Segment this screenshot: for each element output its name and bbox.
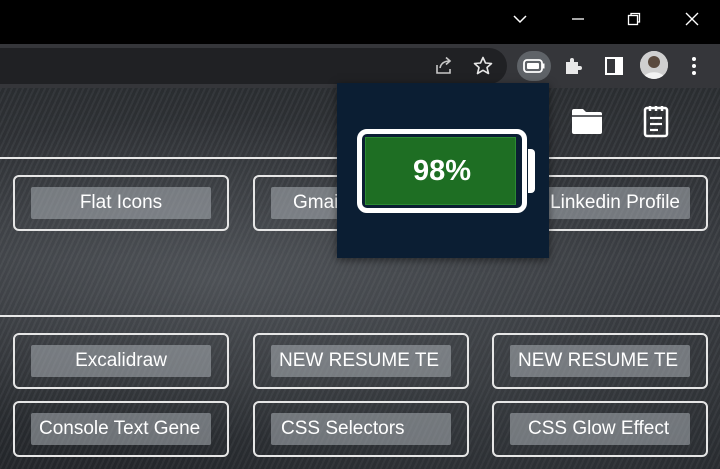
link-label: NEW RESUME TE bbox=[510, 345, 690, 377]
link-card[interactable]: NEW RESUME TE bbox=[492, 333, 708, 389]
extensions-button[interactable] bbox=[559, 52, 587, 80]
close-button[interactable] bbox=[672, 6, 712, 32]
link-label: CSS Glow Effect bbox=[510, 413, 690, 445]
link-label: Excalidraw bbox=[31, 345, 211, 377]
side-panel-icon bbox=[605, 57, 623, 75]
title-bar bbox=[0, 0, 720, 44]
link-label: Console Text Gene bbox=[31, 413, 211, 445]
minimize-icon bbox=[572, 18, 584, 20]
link-card[interactable]: NEW RESUME TE bbox=[253, 333, 469, 389]
profile-avatar[interactable] bbox=[640, 51, 668, 79]
share-button[interactable] bbox=[430, 52, 458, 80]
chrome-menu-button[interactable] bbox=[680, 52, 708, 80]
battery-popup: 98% bbox=[337, 83, 549, 258]
restore-icon bbox=[627, 12, 641, 26]
link-card[interactable]: Flat Icons bbox=[13, 175, 229, 231]
divider bbox=[0, 315, 720, 317]
link-card[interactable]: CSS Glow Effect bbox=[492, 401, 708, 457]
menu-kebab-icon bbox=[692, 57, 696, 75]
link-label: Flat Icons bbox=[31, 187, 211, 219]
battery-percentage: 98% bbox=[412, 154, 472, 187]
link-card[interactable]: Excalidraw bbox=[13, 333, 229, 389]
minimize-button[interactable] bbox=[558, 6, 598, 32]
battery-extension-icon bbox=[523, 59, 545, 73]
bookmark-button[interactable] bbox=[469, 52, 497, 80]
link-label: CSS Selectors bbox=[271, 413, 451, 445]
link-card[interactable]: Console Text Gene bbox=[13, 401, 229, 457]
battery-terminal bbox=[528, 149, 535, 193]
notepad-icon bbox=[643, 106, 669, 138]
battery-icon: 98% bbox=[357, 129, 527, 213]
folder-icon bbox=[572, 109, 602, 134]
close-icon bbox=[685, 12, 699, 26]
chevron-down-icon bbox=[513, 15, 527, 24]
share-icon bbox=[436, 56, 452, 74]
battery-extension-button[interactable] bbox=[517, 51, 551, 81]
side-panel-button[interactable] bbox=[600, 52, 628, 80]
tab-search-button[interactable] bbox=[500, 6, 540, 32]
bookmark-star-icon bbox=[473, 56, 493, 75]
puzzle-extensions-icon bbox=[566, 58, 582, 74]
link-card[interactable]: CSS Selectors bbox=[253, 401, 469, 457]
notepad-link[interactable] bbox=[643, 104, 669, 142]
link-label: NEW RESUME TE bbox=[271, 345, 451, 377]
restore-button[interactable] bbox=[614, 6, 654, 32]
avatar-image bbox=[640, 51, 668, 79]
folder-link[interactable] bbox=[571, 106, 603, 140]
